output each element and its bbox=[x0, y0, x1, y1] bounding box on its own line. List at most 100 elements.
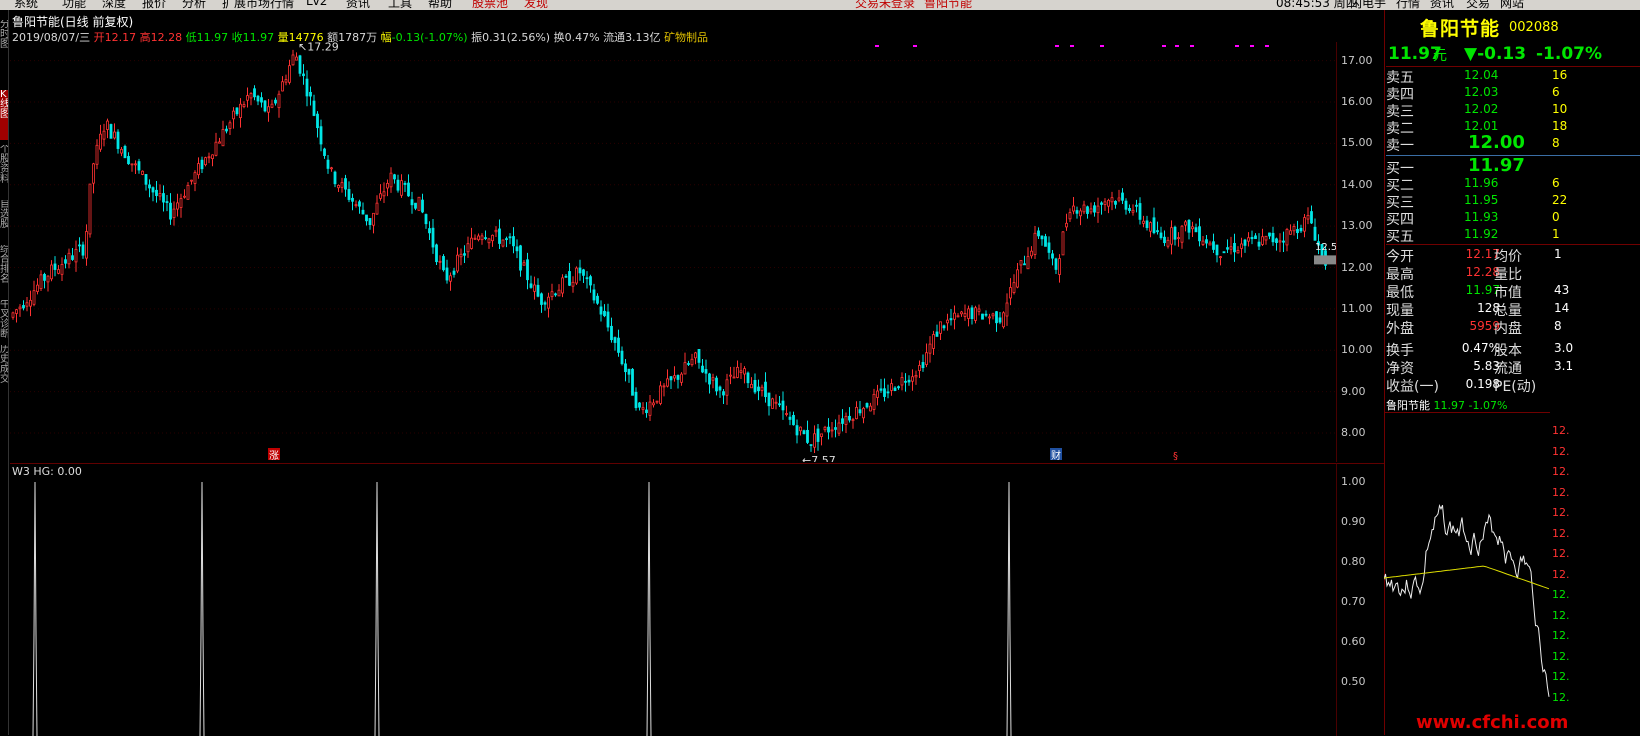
candle-body bbox=[144, 174, 148, 185]
candle-body bbox=[1177, 237, 1180, 240]
price-axis-tick: 9.00 bbox=[1341, 384, 1366, 398]
stat-label-2: 流通 bbox=[1494, 361, 1522, 377]
candle-body bbox=[946, 319, 949, 324]
candle-body bbox=[1075, 210, 1079, 214]
menu-item-system[interactable]: 系统 bbox=[14, 0, 38, 10]
menu-item-extended-market[interactable]: 扩展市场行情 bbox=[222, 0, 294, 10]
menu-item-tools[interactable]: 工具 bbox=[388, 0, 412, 10]
menu-item-lv2[interactable]: Lv2 bbox=[306, 0, 327, 8]
candle-body bbox=[519, 245, 522, 271]
menu-item-analysis[interactable]: 分析 bbox=[182, 0, 206, 10]
candle-body bbox=[834, 427, 837, 430]
stat-row: 净资 5.83 流通 3.1 bbox=[1386, 358, 1640, 377]
bid-row[interactable]: 买三 11.95 22 bbox=[1386, 192, 1640, 211]
candle-body bbox=[508, 236, 512, 239]
candle-body bbox=[50, 264, 53, 280]
candle-body bbox=[1226, 247, 1229, 250]
menu-item-help[interactable]: 帮助 bbox=[428, 0, 452, 10]
candle-body bbox=[865, 403, 869, 408]
candle-body bbox=[494, 229, 498, 233]
toolbar-profile[interactable]: 个股资料 bbox=[0, 145, 8, 195]
menu-website[interactable]: 网站 bbox=[1500, 0, 1524, 10]
ask-row[interactable]: 卖三 12.02 10 bbox=[1386, 101, 1640, 120]
stat-label-2: 总量 bbox=[1494, 303, 1522, 319]
candle-body bbox=[1145, 220, 1149, 228]
intraday-mini-chart[interactable] bbox=[1384, 412, 1550, 736]
candle-body bbox=[249, 93, 253, 99]
candle-body bbox=[767, 392, 771, 407]
signal-spike bbox=[1006, 481, 1012, 736]
stat-label: 最低 bbox=[1386, 285, 1414, 301]
candle-body bbox=[302, 73, 305, 77]
candle-body bbox=[809, 444, 813, 446]
candle-body bbox=[389, 172, 393, 188]
toolbar-kline[interactable]: K线图 bbox=[0, 90, 8, 140]
last-price-tag bbox=[1314, 255, 1336, 265]
candle-body bbox=[25, 302, 29, 307]
candle-body bbox=[680, 373, 683, 383]
toolbar-watchlist[interactable]: 自选股 bbox=[0, 200, 8, 240]
indicator-chart[interactable] bbox=[10, 463, 1336, 736]
bid-row[interactable]: 买二 11.96 6 bbox=[1386, 175, 1640, 194]
event-mark[interactable]: 涨 bbox=[269, 450, 279, 462]
menu-item-quote[interactable]: 报价 bbox=[142, 0, 166, 10]
candle-body bbox=[1292, 225, 1296, 232]
candle-body bbox=[536, 284, 540, 297]
mini-axis-tick: 12. bbox=[1552, 690, 1570, 704]
price-axis-tick: 16.00 bbox=[1341, 95, 1373, 108]
ask-row[interactable]: 卖四 12.03 6 bbox=[1386, 84, 1640, 103]
candle-body bbox=[81, 244, 85, 256]
stat-label: 外盘 bbox=[1386, 321, 1414, 337]
bid-row[interactable]: 买一 11.97 bbox=[1386, 155, 1640, 177]
stat-value-2: 3.0 bbox=[1554, 341, 1574, 355]
candle-body bbox=[774, 401, 778, 404]
candle-body bbox=[179, 198, 183, 208]
ask-row[interactable]: 卖一 12.00 8 bbox=[1386, 132, 1640, 154]
candle-body bbox=[1009, 287, 1012, 299]
candle-body bbox=[358, 201, 361, 207]
bid-row[interactable]: 买四 11.93 0 bbox=[1386, 209, 1640, 228]
kline-chart[interactable]: ↖17.29 ←7.57 12.5 涨 财 § bbox=[10, 42, 1336, 462]
menu-market[interactable]: 行情 bbox=[1396, 0, 1420, 10]
menu-flash-hand[interactable]: 闪电手 bbox=[1350, 0, 1386, 10]
menu-item-stock-pool[interactable]: 股票池 bbox=[472, 0, 508, 10]
candle-body bbox=[886, 391, 890, 394]
candle-body bbox=[862, 407, 865, 419]
candle-body bbox=[830, 429, 834, 432]
menu-item-depth[interactable]: 深度 bbox=[102, 0, 126, 10]
menu-item-function[interactable]: 功能 bbox=[62, 0, 86, 10]
signal-dot bbox=[875, 45, 879, 47]
mini-axis-tick: 12. bbox=[1552, 485, 1570, 499]
mini-chart-axis: 12. 12. 12. 12. 12. 12. 12. 12. 12. 12. 12. 12. 12. 1… bbox=[1550, 412, 1640, 735]
ask-row[interactable]: 卖五 12.04 16 bbox=[1386, 67, 1640, 86]
candle-body bbox=[757, 386, 760, 392]
candle-body bbox=[1086, 206, 1089, 214]
toolbar-history[interactable]: 历史成交 bbox=[0, 345, 8, 395]
event-mark[interactable]: 财 bbox=[1051, 449, 1061, 462]
toolbar-ranking[interactable]: 综合排名 bbox=[0, 245, 8, 295]
candle-body bbox=[176, 202, 179, 210]
toolbar-intraday[interactable]: 分时图 bbox=[0, 20, 8, 80]
toolbar-diagnosis[interactable]: 牛叉诊断 bbox=[0, 300, 8, 340]
candle-body bbox=[242, 104, 246, 107]
candle-body bbox=[78, 244, 81, 247]
candle-body bbox=[330, 167, 333, 170]
candle-body bbox=[655, 400, 659, 403]
price-axis-tick: 11.00 bbox=[1341, 301, 1373, 315]
event-mark[interactable]: § bbox=[1173, 451, 1178, 462]
menu-news-right[interactable]: 资讯 bbox=[1430, 0, 1454, 10]
candle-body bbox=[606, 311, 610, 328]
candle-body bbox=[1222, 251, 1226, 254]
candle-body bbox=[407, 182, 410, 197]
candle-body bbox=[393, 174, 396, 180]
candle-body bbox=[617, 337, 620, 353]
candle-body bbox=[960, 311, 963, 315]
menu-trade[interactable]: 交易 bbox=[1466, 0, 1490, 10]
bid-row[interactable]: 买五 11.92 1 bbox=[1386, 226, 1640, 245]
candle-body bbox=[1005, 302, 1009, 317]
bid-volume: 0 bbox=[1552, 210, 1560, 224]
candle-body bbox=[1187, 220, 1191, 233]
ask-label: 卖一 bbox=[1386, 138, 1414, 154]
menu-item-discover[interactable]: 发现 bbox=[524, 0, 548, 10]
menu-item-news[interactable]: 资讯 bbox=[346, 0, 370, 10]
